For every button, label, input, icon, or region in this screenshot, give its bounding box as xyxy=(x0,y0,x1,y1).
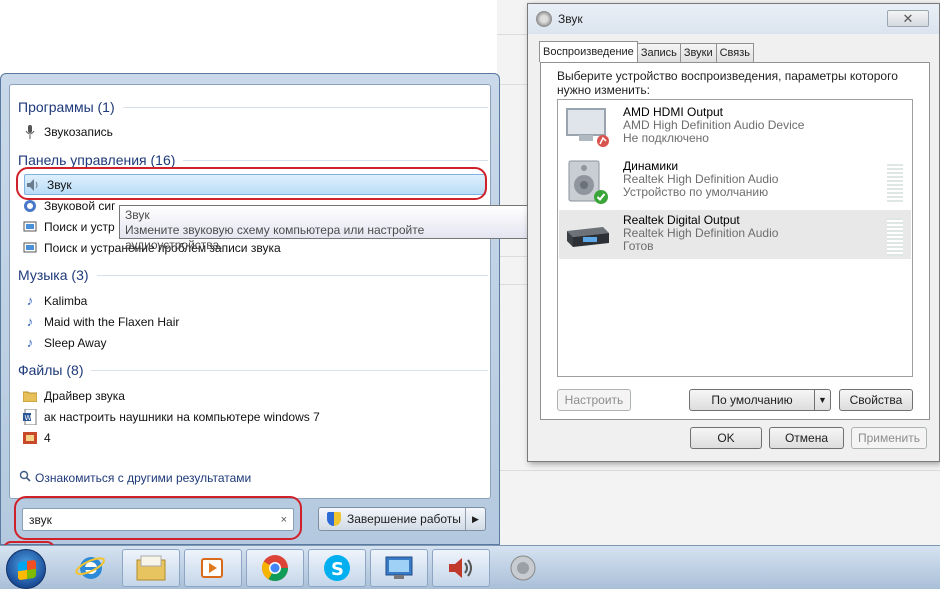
instruction-text: Выберите устройство воспроизведения, пар… xyxy=(557,69,898,97)
ok-button[interactable]: OK xyxy=(690,427,762,449)
result-label: Поиск и устр xyxy=(44,219,115,234)
digital-output-icon xyxy=(563,213,611,257)
device-speakers[interactable]: Динамики Realtek High Definition Audio У… xyxy=(559,156,911,205)
device-status: Устройство по умолчанию xyxy=(623,185,769,199)
properties-button[interactable]: Свойства xyxy=(839,389,913,411)
device-status: Не подключено xyxy=(623,131,709,145)
result-label: Kalimba xyxy=(44,293,88,308)
device-status: Готов xyxy=(623,239,654,253)
set-default-label: По умолчанию xyxy=(711,393,793,407)
taskbar-control-panel-button[interactable] xyxy=(370,549,428,587)
result-label: Драйвер звука xyxy=(44,388,125,403)
shutdown-button[interactable]: Завершение работы ▶ xyxy=(318,507,486,531)
result-item-word-doc[interactable]: W ак настроить наушники на компьютере wi… xyxy=(22,406,487,427)
taskbar-sound-dialog-button[interactable] xyxy=(494,549,552,587)
sound-dialog-icon xyxy=(536,11,552,27)
see-more-results-label: Ознакомиться с другими результатами xyxy=(35,470,252,485)
group-header-files: Файлы (8) xyxy=(18,362,488,378)
troubleshoot-icon xyxy=(22,219,38,235)
tab-communications[interactable]: Связь xyxy=(715,43,755,62)
svg-text:S: S xyxy=(331,559,344,580)
apply-button[interactable]: Применить xyxy=(851,427,927,449)
uac-shield-icon xyxy=(327,512,341,526)
close-button[interactable]: ✕ xyxy=(887,10,929,27)
search-icon xyxy=(19,470,31,485)
word-doc-icon: W xyxy=(22,408,38,425)
taskbar-media-button[interactable] xyxy=(184,549,242,587)
group-header-control-panel: Панель управления (16) xyxy=(18,152,488,168)
tooltip-title: Звук xyxy=(125,208,150,222)
troubleshoot-icon xyxy=(22,240,38,256)
tab-sounds[interactable]: Звуки xyxy=(679,43,717,62)
result-item-sound-recorder[interactable]: Звукозапись xyxy=(22,121,487,142)
music-note-icon: ♪ xyxy=(26,314,34,329)
result-item-kalimba[interactable]: ♪ Kalimba xyxy=(22,290,487,311)
search-results-panel: Программы (1) Звукозапись Панель управле… xyxy=(9,84,491,499)
tab-recording[interactable]: Запись xyxy=(636,43,681,62)
highlight-search-box xyxy=(14,496,302,540)
taskbar-skype-button[interactable]: S xyxy=(308,549,366,587)
dialog-titlebar[interactable]: Звук xyxy=(528,4,939,34)
skype-icon: S xyxy=(324,555,350,581)
monitor-icon xyxy=(563,105,611,149)
start-button[interactable] xyxy=(6,549,46,589)
result-item-file-4[interactable]: 4 xyxy=(22,427,487,448)
volume-level-meter xyxy=(887,164,903,202)
result-label: Звукозапись xyxy=(44,124,113,139)
taskbar-chrome-button[interactable] xyxy=(246,549,304,587)
file-explorer-icon xyxy=(136,555,166,581)
result-label: Sleep Away xyxy=(44,335,107,350)
highlight-sound-item xyxy=(16,167,487,200)
configure-button[interactable]: Настроить xyxy=(557,389,631,411)
shutdown-label: Завершение работы xyxy=(347,512,461,526)
media-player-icon xyxy=(201,558,223,578)
playback-panel: Выберите устройство воспроизведения, пар… xyxy=(540,62,930,420)
taskbar: S xyxy=(0,545,940,589)
tooltip-text: Измените звуковую схему компьютера или н… xyxy=(125,223,425,252)
taskbar-explorer-button[interactable] xyxy=(122,549,180,587)
dialog-tabs: Воспроизведение Запись Звуки Связь xyxy=(539,41,755,62)
music-note-icon: ♪ xyxy=(26,293,34,308)
taskbar-ie-button[interactable] xyxy=(62,549,120,587)
speakers-device-icon xyxy=(563,159,611,204)
device-realtek-digital[interactable]: Realtek Digital Output Realtek High Defi… xyxy=(559,210,911,259)
device-list[interactable]: AMD HDMI Output AMD High Definition Audi… xyxy=(557,99,913,377)
see-more-results-link[interactable]: Ознакомиться с другими результатами xyxy=(19,470,251,485)
device-amd-hdmi[interactable]: AMD HDMI Output AMD High Definition Audi… xyxy=(559,102,911,151)
speaker-icon xyxy=(449,558,472,578)
set-default-button[interactable]: По умолчанию ▼ xyxy=(689,389,831,411)
set-default-dropdown-icon[interactable]: ▼ xyxy=(814,390,830,410)
result-item-sleep-away[interactable]: ♪ Sleep Away xyxy=(22,332,487,353)
microphone-icon xyxy=(22,124,38,140)
folder-icon xyxy=(22,388,38,404)
start-menu: Программы (1) Звукозапись Панель управле… xyxy=(0,73,500,545)
sound-dialog: Звук ✕ Воспроизведение Запись Звуки Связ… xyxy=(527,3,940,462)
result-label: 4 xyxy=(44,430,51,445)
shutdown-options-arrow-icon[interactable]: ▶ xyxy=(465,508,485,530)
sound-device-icon xyxy=(510,555,536,581)
result-label: Maid with the Flaxen Hair xyxy=(44,314,180,329)
result-label: ак настроить наушники на компьютере wind… xyxy=(44,409,320,424)
volume-level-meter xyxy=(887,218,903,256)
windows-logo-icon xyxy=(18,559,36,581)
result-item-sound-driver[interactable]: Драйвер звука xyxy=(22,385,487,406)
result-item-maid-flaxen-hair[interactable]: ♪ Maid with the Flaxen Hair xyxy=(22,311,487,332)
result-label: Звуковой сиг xyxy=(44,198,116,213)
group-header-programs: Программы (1) xyxy=(18,99,488,115)
group-header-music: Музыка (3) xyxy=(18,267,488,283)
music-note-icon: ♪ xyxy=(26,335,34,350)
tab-playback[interactable]: Воспроизведение xyxy=(539,41,638,62)
sound-tooltip: Звук Измените звуковую схему компьютера … xyxy=(119,205,529,252)
chrome-icon xyxy=(261,555,288,581)
svg-text:W: W xyxy=(25,414,32,422)
taskbar-sound-button[interactable] xyxy=(432,549,490,587)
image-file-icon xyxy=(22,430,38,446)
internet-explorer-icon xyxy=(75,557,105,579)
control-panel-icon xyxy=(385,556,413,579)
dialog-title: Звук xyxy=(558,12,583,26)
cancel-button[interactable]: Отмена xyxy=(769,427,844,449)
